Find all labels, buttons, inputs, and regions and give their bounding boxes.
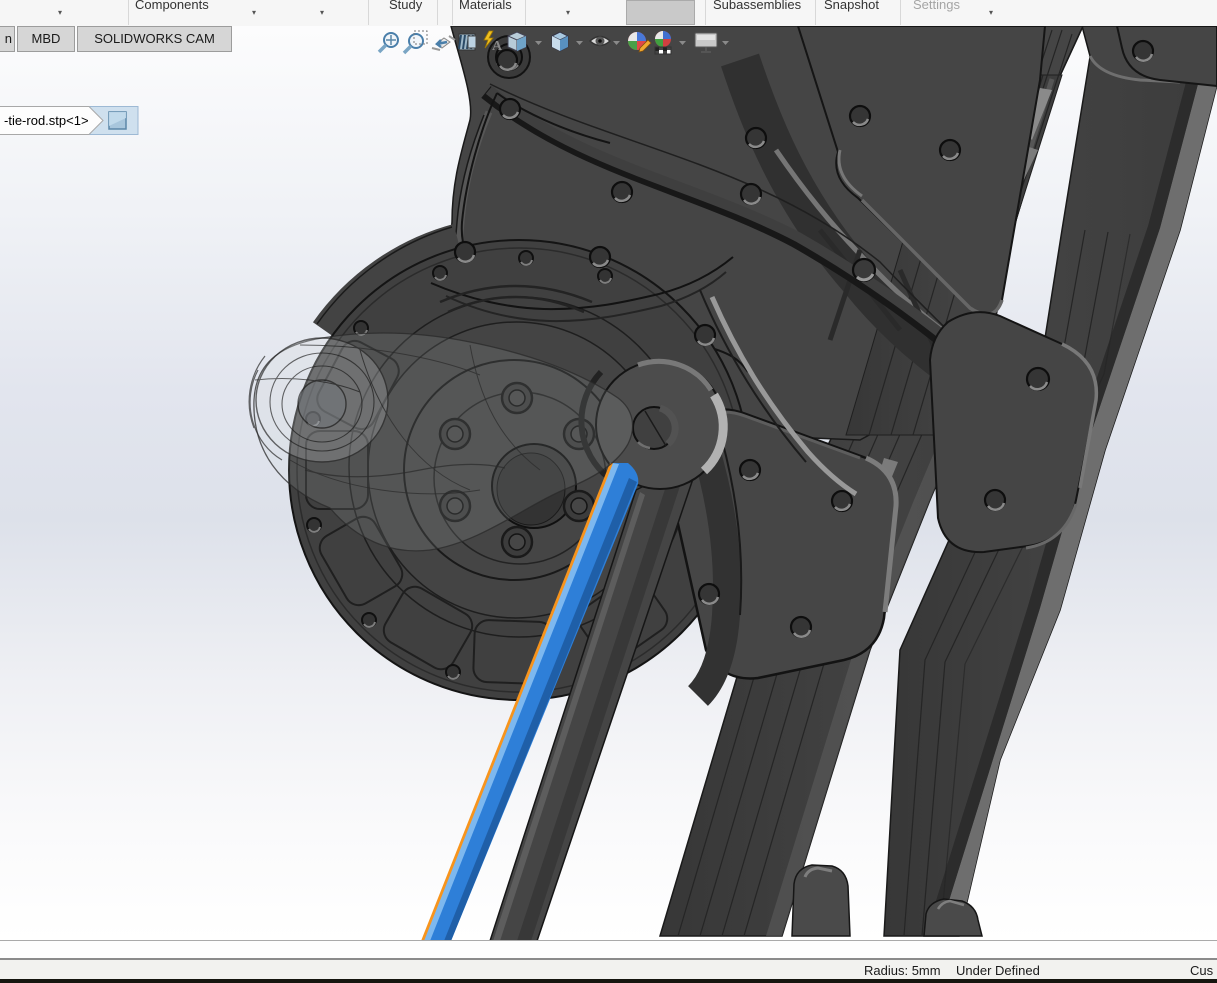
svg-text:A: A xyxy=(492,39,503,54)
svg-text:-tie-rod.stp<1>: -tie-rod.stp<1> xyxy=(4,113,89,128)
